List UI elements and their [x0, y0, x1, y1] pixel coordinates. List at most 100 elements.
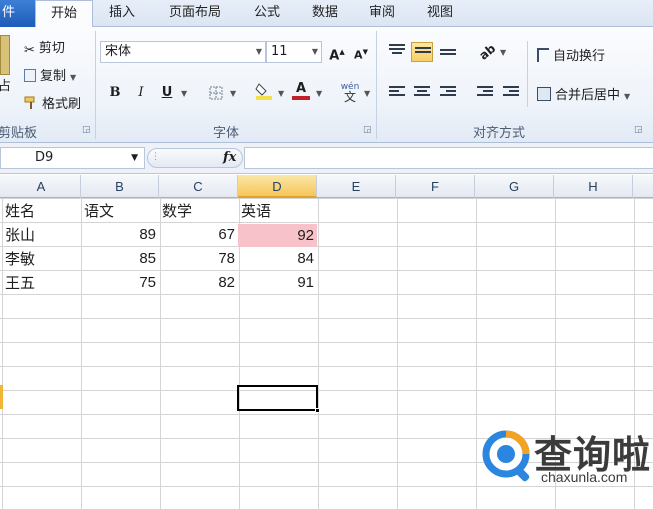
column-header-e[interactable]: E: [317, 175, 396, 198]
formula-bar: D9 ▼ ⋮ fx: [0, 143, 653, 174]
cell-d1[interactable]: 英语: [238, 199, 317, 223]
ribbon-tab-bar: 件 开始 插入 页面布局 公式 数据 审阅 视图: [0, 0, 653, 28]
search-logo-icon: [482, 430, 530, 482]
name-box[interactable]: D9 ▼: [0, 147, 145, 169]
chevron-down-icon[interactable]: ▼: [131, 148, 138, 168]
cell-d4[interactable]: 91: [238, 271, 317, 295]
align-top-icon: [389, 44, 405, 58]
cut-label: 剪切: [38, 41, 65, 56]
align-middle-button[interactable]: [411, 42, 433, 62]
shrink-font-button[interactable]: A▼: [350, 42, 372, 62]
cell-d2[interactable]: 92: [238, 224, 317, 247]
cell-a4[interactable]: 王五: [2, 271, 81, 295]
format-painter-button[interactable]: 格式刷: [24, 93, 81, 112]
copy-button[interactable]: 复制 ▼: [24, 65, 76, 84]
cell-c4[interactable]: 82: [159, 271, 238, 295]
align-left-icon: [389, 86, 405, 100]
align-bottom-icon: [440, 49, 456, 63]
cell-b4[interactable]: 75: [81, 271, 159, 295]
grow-font-button[interactable]: A▲: [326, 42, 348, 63]
clipboard-launcher-icon[interactable]: ◲: [82, 125, 91, 135]
align-left-button[interactable]: [386, 83, 408, 103]
orientation-dropdown-icon[interactable]: ▼: [500, 48, 506, 57]
font-name-value: 宋体: [105, 44, 132, 59]
active-cell-selection[interactable]: [237, 385, 320, 413]
merge-center-icon: [537, 87, 551, 101]
font-launcher-icon[interactable]: ◲: [363, 125, 372, 135]
chevron-down-icon: ▼: [311, 47, 318, 56]
tab-home[interactable]: 开始: [35, 0, 93, 28]
row-header-marker: [0, 385, 3, 409]
fill-color-button[interactable]: [253, 81, 275, 101]
align-bottom-button[interactable]: [437, 42, 459, 62]
increase-indent-button[interactable]: [500, 83, 522, 103]
wrap-text-icon: [537, 48, 549, 62]
bold-button[interactable]: B: [104, 83, 126, 103]
font-size-value: 11: [271, 44, 288, 59]
increase-indent-icon: [503, 86, 519, 100]
resize-handle-icon[interactable]: ⋮: [151, 152, 160, 162]
tab-data[interactable]: 数据: [303, 0, 347, 27]
borders-dropdown-icon[interactable]: ▼: [230, 89, 236, 98]
tab-formulas[interactable]: 公式: [245, 0, 289, 27]
align-top-button[interactable]: [386, 42, 408, 62]
tab-review[interactable]: 审阅: [360, 0, 404, 27]
copy-icon: [24, 69, 36, 82]
tab-view[interactable]: 视图: [418, 0, 462, 27]
column-header-f[interactable]: F: [396, 175, 475, 198]
column-header-a[interactable]: A: [2, 175, 81, 198]
cell-b2[interactable]: 89: [81, 223, 159, 247]
tab-insert[interactable]: 插入: [99, 0, 145, 27]
phonetic-dropdown-icon[interactable]: ▼: [364, 89, 370, 98]
decrease-indent-button[interactable]: [474, 83, 496, 103]
fill-color-dropdown-icon[interactable]: ▼: [278, 89, 284, 98]
fill-handle[interactable]: [315, 408, 320, 413]
wrap-text-button[interactable]: 自动换行: [537, 45, 605, 64]
italic-button[interactable]: I: [130, 83, 152, 103]
copy-dropdown-icon[interactable]: ▼: [70, 73, 76, 82]
watermark: 查询啦 chaxunla.com: [478, 424, 653, 509]
paste-button-label[interactable]: 占: [0, 75, 11, 94]
orientation-button[interactable]: ab: [476, 41, 498, 63]
column-header-g[interactable]: G: [475, 175, 554, 198]
font-name-select[interactable]: 宋体 ▼: [100, 41, 266, 63]
tab-file[interactable]: 件: [0, 0, 35, 27]
cut-button[interactable]: ✂ 剪切: [24, 37, 65, 58]
column-header-c[interactable]: C: [159, 175, 238, 198]
paste-icon[interactable]: [0, 35, 10, 75]
phonetic-guide-button[interactable]: wén 文: [338, 82, 362, 103]
underline-button[interactable]: U: [156, 83, 178, 103]
column-header-b[interactable]: B: [81, 175, 159, 198]
cell-c1[interactable]: 数学: [159, 199, 238, 223]
insert-function-icon[interactable]: fx: [223, 150, 236, 165]
font-size-select[interactable]: 11 ▼: [266, 41, 322, 63]
column-header-h[interactable]: H: [554, 175, 633, 198]
column-header-d[interactable]: D: [238, 175, 317, 198]
scissors-icon: ✂: [24, 43, 35, 58]
underline-dropdown-icon[interactable]: ▼: [181, 89, 187, 98]
merge-center-button[interactable]: 合并后居中 ▼: [537, 84, 630, 103]
cell-a2[interactable]: 张山: [2, 223, 81, 247]
merge-center-label: 合并后居中: [555, 88, 621, 103]
align-center-button[interactable]: [411, 83, 433, 103]
cell-c3[interactable]: 78: [159, 247, 238, 271]
formula-input[interactable]: [244, 147, 653, 169]
text-orientation-icon: ab: [476, 41, 498, 63]
merge-dropdown-icon[interactable]: ▼: [624, 92, 630, 101]
font-color-button[interactable]: A: [290, 81, 312, 101]
cell-a1[interactable]: 姓名: [2, 199, 81, 223]
cell-a3[interactable]: 李敏: [2, 247, 81, 271]
cell-d3[interactable]: 84: [238, 247, 317, 271]
alignment-group-label: 对齐方式: [473, 126, 526, 141]
cell-b3[interactable]: 85: [81, 247, 159, 271]
chevron-down-icon: ▼: [255, 47, 262, 56]
align-right-button[interactable]: [437, 83, 459, 103]
decrease-indent-icon: [477, 86, 493, 100]
cell-c2[interactable]: 67: [159, 223, 238, 247]
borders-button[interactable]: [205, 83, 227, 103]
cell-b1[interactable]: 语文: [81, 199, 159, 223]
font-color-dropdown-icon[interactable]: ▼: [316, 89, 322, 98]
alignment-launcher-icon[interactable]: ◲: [634, 125, 643, 135]
clipboard-group-label: 剪贴板: [0, 126, 38, 141]
tab-page-layout[interactable]: 页面布局: [158, 0, 232, 27]
